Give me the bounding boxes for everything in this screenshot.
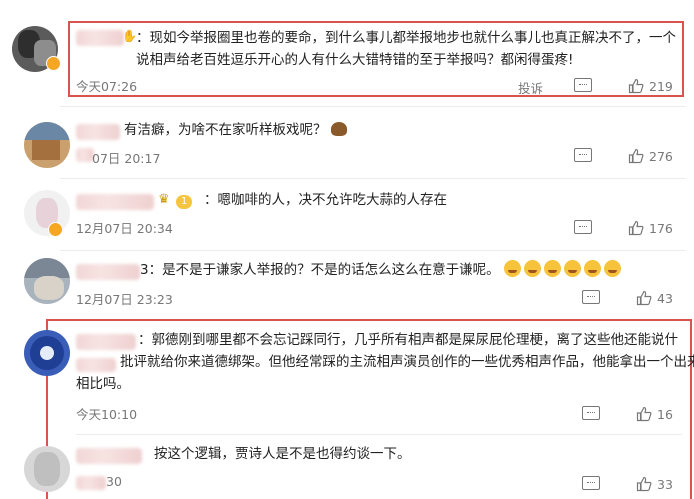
like-count: 33 xyxy=(657,476,673,492)
comment-actions: 33 xyxy=(0,476,694,496)
like-count: 276 xyxy=(649,148,673,164)
like-count: 176 xyxy=(649,220,673,236)
laugh-emoji-icon xyxy=(583,260,601,277)
like-button[interactable]: 33 xyxy=(636,476,673,492)
divider xyxy=(76,434,682,435)
smile-emoji-icon xyxy=(503,260,521,277)
reply-button[interactable] xyxy=(582,290,600,304)
comment-text: ：嗯咖啡的人，决不允许吃大蒜的人存在 xyxy=(204,192,447,208)
comment-text: ：现如今举报圈里也卷的要命，到什么事儿都举报地步也就什么事儿也真正解决不了，一个… xyxy=(136,30,676,68)
like-button[interactable]: 43 xyxy=(636,290,673,306)
avatar[interactable] xyxy=(24,330,70,376)
comment-item: ：郭德刚到哪里都不会忘记踩同行，几乎所有相声都是屎尿屁伦理梗，离了这些他还能说什… xyxy=(0,322,694,432)
comment-text: 按这个逻辑，贾诗人是不是也得约谈一下。 xyxy=(154,446,411,462)
username-redacted xyxy=(76,30,124,46)
user-badge-icon: ✋ xyxy=(122,29,137,43)
laugh-emoji-icon xyxy=(563,260,581,277)
thumbs-up-icon xyxy=(628,220,644,236)
like-count: 219 xyxy=(649,78,673,94)
thumbs-up-icon xyxy=(628,148,644,164)
comment-actions: 16 xyxy=(0,406,694,426)
comment-text: 有洁癖，为啥不在家听样板戏呢？ xyxy=(124,119,664,141)
like-count: 43 xyxy=(657,290,673,306)
laugh-emoji-icon xyxy=(603,260,621,277)
comment-icon xyxy=(574,78,592,92)
like-button[interactable]: 276 xyxy=(628,148,673,164)
comment-text-line: ：郭德刚到哪里都不会忘记踩同行，几乎所有相声都是屎尿屁伦理梗，离了这些他还能说什 xyxy=(138,332,678,348)
like-button[interactable]: 16 xyxy=(636,406,673,422)
username-redacted xyxy=(76,334,136,350)
smile-emoji-icon xyxy=(523,260,541,277)
divider xyxy=(60,250,686,251)
like-button[interactable]: 219 xyxy=(628,78,673,94)
username-redacted xyxy=(76,124,120,140)
comment-icon xyxy=(582,406,600,420)
text-redacted xyxy=(76,358,116,372)
smile-emoji-icon xyxy=(543,260,561,277)
comment-text-line: 相比吗。 xyxy=(76,376,130,392)
report-button[interactable]: 投诉 xyxy=(518,78,543,97)
comment-text: 3：是不是于谦家人举报的？不是的话怎么这么在意于谦呢。 xyxy=(140,259,680,281)
comment-item: ✋ ：现如今举报圈里也卷的要命，到什么事儿都举报地步也就什么事儿也真正解决不了，… xyxy=(0,0,694,105)
comment-item: 按这个逻辑，贾诗人是不是也得约谈一下。 30 33 xyxy=(0,438,694,495)
comment-item: 3：是不是于谦家人举报的？不是的话怎么这么在意于谦呢。 12月07日 23:23… xyxy=(0,252,694,312)
comment-actions: 176 xyxy=(0,220,694,240)
reply-button[interactable] xyxy=(582,476,600,490)
thumbs-up-icon xyxy=(636,476,652,492)
level-badge: 1 xyxy=(176,195,193,209)
like-count: 16 xyxy=(657,406,673,422)
thumbs-up-icon xyxy=(636,406,652,422)
username-redacted xyxy=(76,264,140,280)
comment-item: 有洁癖，为啥不在家听样板戏呢？ 07日 20:17 276 xyxy=(0,110,694,176)
username-redacted xyxy=(76,194,154,210)
divider xyxy=(60,178,686,179)
comment-icon xyxy=(582,290,600,304)
reply-button[interactable] xyxy=(574,78,592,92)
comment-icon xyxy=(574,220,592,234)
reply-button[interactable] xyxy=(574,220,592,234)
crown-icon: ♛ xyxy=(158,192,170,207)
comment-item: ♛ 1 ：嗯咖啡的人，决不允许吃大蒜的人存在 12月07日 20:34 176 xyxy=(0,180,694,248)
thumbs-up-icon xyxy=(628,78,644,94)
comment-icon xyxy=(582,476,600,490)
reply-button[interactable] xyxy=(574,148,592,162)
username-redacted xyxy=(76,448,142,464)
poop-emoji-icon xyxy=(330,122,347,136)
comment-icon xyxy=(574,148,592,162)
comment-actions: 276 xyxy=(0,148,694,168)
verified-badge-icon xyxy=(46,56,61,71)
reply-button[interactable] xyxy=(582,406,600,420)
comment-actions: 投诉 219 xyxy=(0,78,694,98)
comment-actions: 43 xyxy=(0,290,694,310)
comment-text-line: 批评就给你来道德绑架。但他经常踩的主流相声演员创作的一些优秀相声作品，他能拿出一… xyxy=(120,354,694,370)
thumbs-up-icon xyxy=(636,290,652,306)
divider xyxy=(60,106,686,107)
like-button[interactable]: 176 xyxy=(628,220,673,236)
